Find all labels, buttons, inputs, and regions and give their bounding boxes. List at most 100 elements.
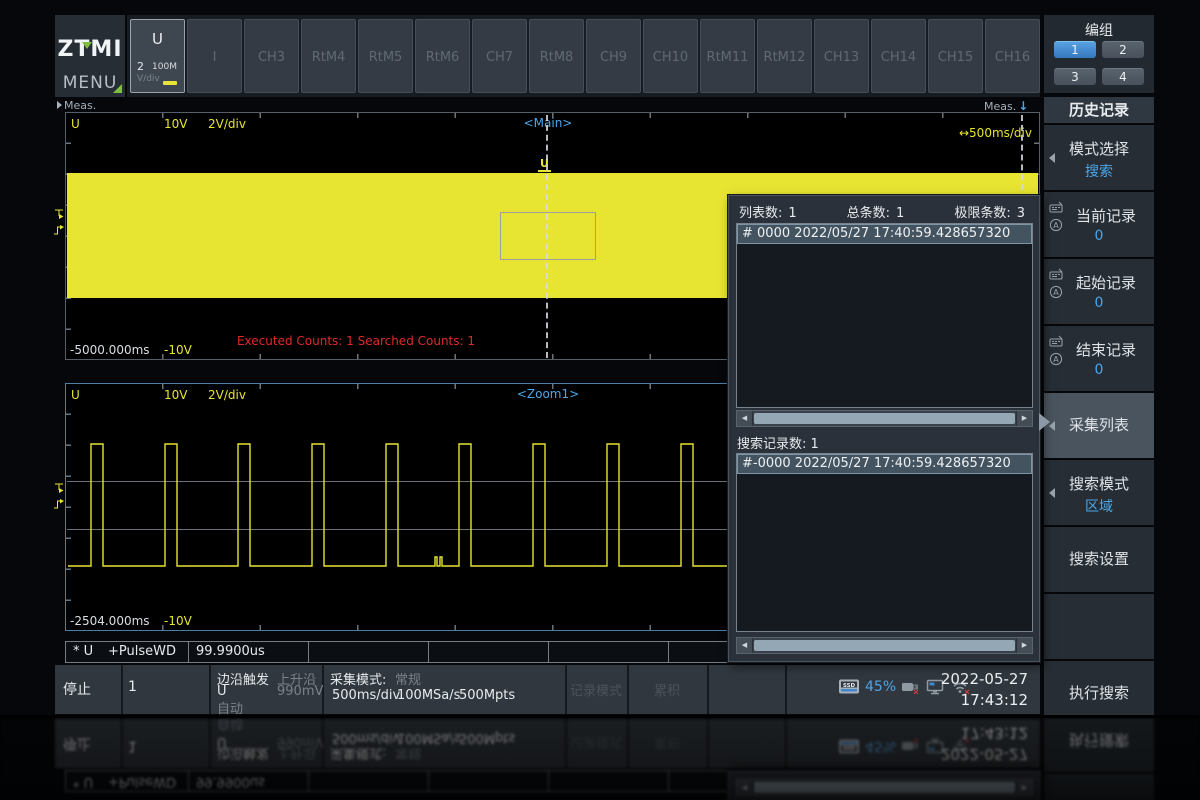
acq-record-length: 500Mpts: [459, 688, 515, 703]
cell-divider: [428, 642, 429, 662]
h-scrollbar[interactable]: ◀ ▶: [736, 637, 1033, 654]
cell-divider: [707, 665, 709, 714]
search-count-line: 搜索记录数: 1: [737, 433, 819, 452]
scroll-thumb[interactable]: [754, 413, 1015, 424]
channel-position-marker: U: [538, 157, 551, 172]
date-label: 2022-05-27: [941, 669, 1028, 690]
channel-tab-i[interactable]: I: [187, 19, 242, 93]
group-button-2[interactable]: 2: [1102, 41, 1144, 58]
trigger-mode: 自动: [217, 698, 243, 715]
search-count-status: Executed Counts: 1 Searched Counts: 1: [196, 334, 516, 348]
group-button-3[interactable]: 3: [1054, 68, 1096, 85]
brand-logo: ZTMI: [55, 37, 125, 62]
channel-tab-rtm8[interactable]: RtM8: [529, 19, 584, 93]
volt-offset-label: -10V: [164, 614, 192, 628]
channel-tab-rtm5[interactable]: RtM5: [358, 19, 413, 93]
group-button-4[interactable]: 4: [1102, 68, 1144, 85]
total-count-label: 总条数:: [847, 206, 890, 221]
channel-tab-rtm6[interactable]: RtM6: [415, 19, 470, 93]
acq-timebase: 500ms/div: [332, 688, 400, 703]
sidebar-item-empty: [1044, 594, 1154, 659]
scroll-right-button[interactable]: ▶: [1016, 411, 1032, 426]
channel-tab-strip: U 2 V/div 100M I CH3 RtM4 RtM5 RtM6 CH7 …: [127, 15, 1040, 97]
sidebar-item-search-mode[interactable]: 搜索模式 区域: [1044, 460, 1154, 525]
cell-divider: [188, 642, 189, 662]
h-scrollbar[interactable]: ◀ ▶: [736, 410, 1033, 427]
channel-tab-ch3[interactable]: CH3: [244, 19, 299, 93]
glass-reflection: ZTMI MENU U 2 V/div 100M I CH3 RtM4 RtM5…: [0, 718, 1200, 800]
meas-flag-right: Meas.↓: [984, 99, 1028, 113]
group-button-1[interactable]: 1: [1054, 41, 1096, 58]
accumulate-button[interactable]: 累积: [629, 680, 705, 699]
scroll-thumb[interactable]: [754, 640, 1015, 651]
acq-mode-value: 常规: [395, 669, 421, 688]
sidebar-item-end-record[interactable]: A 结束记录 0: [1044, 326, 1154, 391]
channel-tab-rtm12[interactable]: RtM12: [757, 19, 812, 93]
app-stage: ZTMI MENU U 2 V/div 100M I CH3 RtM4 RtM5…: [0, 0, 1200, 715]
channel-tab-u[interactable]: U 2 V/div 100M: [130, 19, 185, 93]
sidebar-item-search-settings[interactable]: 搜索设置: [1044, 527, 1154, 592]
sidebar-item-start-record[interactable]: A 起始记录 0: [1044, 259, 1154, 324]
tab-scale: 2: [137, 60, 144, 73]
acq-mode-label[interactable]: 采集模式:: [330, 669, 386, 688]
channel-tab-rtm4[interactable]: RtM4: [301, 19, 356, 93]
usb-disconnected-icon: ×: [901, 679, 921, 695]
edge-marker-icon: [53, 224, 65, 237]
vdiv-label: 2V/div: [208, 117, 246, 131]
brand-accent-icon: [82, 42, 92, 49]
trigger-level: 990mV: [277, 684, 323, 699]
cell-divider: [308, 642, 309, 662]
vdiv-label: 2V/div: [208, 388, 246, 402]
channel-tab-ch14[interactable]: CH14: [871, 19, 926, 93]
meas-flag-left: Meas.: [57, 99, 96, 112]
scroll-left-button[interactable]: ◀: [737, 411, 753, 426]
app-stage: ZTMI MENU U 2 V/div 100M I CH3 RtM4 RtM5…: [0, 718, 1200, 800]
flag-right-icon: [57, 101, 62, 109]
arrow-down-icon: ↓: [1018, 99, 1028, 113]
search-result-list[interactable]: #-0000 2022/05/27 17:40:59.428657320: [736, 453, 1033, 632]
measure-source: * U: [73, 644, 93, 659]
waveform-color-indicator: [163, 81, 177, 85]
channel-tab-ch16[interactable]: CH16: [985, 19, 1040, 93]
sidebar-item-acq-list[interactable]: 采集列表: [1044, 393, 1154, 458]
channel-tab-ch9[interactable]: CH9: [586, 19, 641, 93]
svg-text:SSD: SSD: [843, 683, 856, 689]
channel-label: U: [71, 388, 80, 402]
cell-divider: [785, 665, 787, 714]
acquisition-list[interactable]: # 0000 2022/05/27 17:40:59.428657320: [736, 223, 1033, 408]
volt-offset-label: -10V: [164, 343, 192, 357]
tab-bandwidth: 100M: [152, 62, 177, 72]
sidebar-header: 历史记录: [1044, 97, 1154, 123]
scroll-right-button[interactable]: ▶: [1016, 638, 1032, 653]
svg-text:SSD: SSD: [843, 744, 856, 750]
scroll-left-button[interactable]: ◀: [737, 638, 753, 653]
time-label: 17:43:12: [941, 690, 1028, 711]
trigger-level-marker-icon: [53, 482, 65, 495]
sidebar-item-execute-search[interactable]: 执行搜索: [1044, 661, 1154, 715]
measure-item: +PulseWD: [108, 644, 176, 659]
window-title: <Zoom1>: [473, 387, 623, 401]
search-zone-box[interactable]: [500, 212, 596, 260]
sidebar-item-current-record[interactable]: A 当前记录 0: [1044, 192, 1154, 257]
cell-divider: [209, 665, 211, 714]
list-count-label: 列表数:: [739, 206, 782, 221]
channel-tab-ch10[interactable]: CH10: [643, 19, 698, 93]
channel-tab-ch7[interactable]: CH7: [472, 19, 527, 93]
list-row[interactable]: # 0000 2022/05/27 17:40:59.428657320: [737, 224, 1032, 244]
svg-text:×: ×: [913, 687, 920, 695]
datetime: 2022-05-27 17:43:12: [941, 669, 1028, 711]
history-list-dialog: 列表数:1 总条数:1 极限条数:3 # 0000 2022/05/27 17:…: [728, 195, 1040, 662]
record-mode-button[interactable]: 记录模式: [567, 680, 625, 699]
svg-text:×: ×: [913, 739, 920, 747]
list-row[interactable]: #-0000 2022/05/27 17:40:59.428657320: [737, 454, 1032, 474]
trigger-level-marker-icon: [53, 208, 65, 221]
run-state-indicator[interactable]: 停止: [63, 679, 91, 699]
menu-corner-icon: [113, 84, 122, 93]
group-panel-title: 编组: [1044, 20, 1154, 40]
channel-tab-ch13[interactable]: CH13: [814, 19, 869, 93]
sidebar-item-mode-select[interactable]: 模式选择 搜索: [1044, 125, 1154, 190]
channel-tab-ch15[interactable]: CH15: [928, 19, 983, 93]
time-offset-label: -2504.000ms: [70, 614, 150, 628]
channel-tab-rtm11[interactable]: RtM11: [700, 19, 755, 93]
measure-value: 99.9900us: [196, 644, 265, 659]
